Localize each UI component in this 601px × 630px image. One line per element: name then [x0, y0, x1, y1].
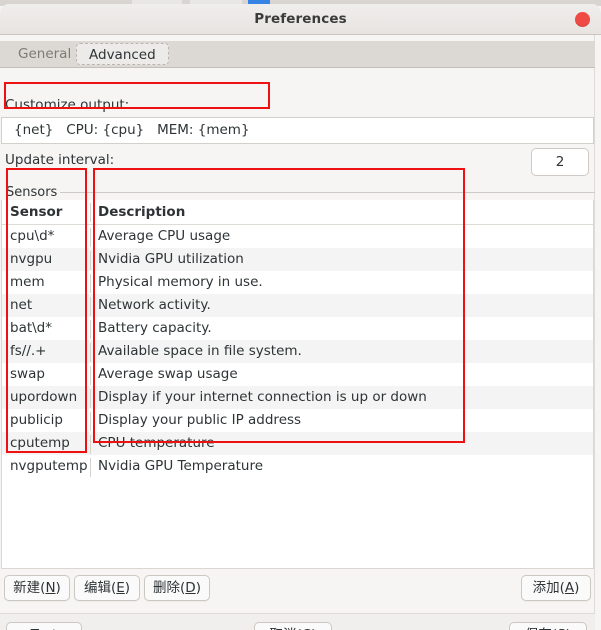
customize-output-value: {net} CPU: {cpu} MEM: {mem}	[14, 122, 250, 138]
table-row[interactable]: cpu\d* Average CPU usage	[2, 225, 593, 248]
cell-sensor: nvgpu	[10, 251, 53, 267]
cell-sensor: swap	[10, 366, 45, 382]
cell-sensor: publicip	[10, 412, 63, 428]
customize-output-input[interactable]: {net} CPU: {cpu} MEM: {mem}	[1, 117, 594, 144]
footer-bar: Test 取消(C) 保存(S)	[0, 614, 595, 630]
cell-description: Display if your internet connection is u…	[98, 389, 427, 405]
test-button[interactable]: Test	[6, 622, 82, 630]
list-action-bar: 新建(N) 编辑(E) 删除(D) 添加(A)	[0, 575, 595, 608]
row-column-separator	[90, 228, 91, 247]
window-right-edge	[594, 35, 601, 630]
cell-description: Physical memory in use.	[98, 274, 263, 290]
update-interval-value: 2	[555, 154, 565, 170]
row-column-separator	[90, 320, 91, 339]
row-column-separator	[90, 412, 91, 431]
cell-sensor: upordown	[10, 389, 78, 405]
cell-sensor: mem	[10, 274, 45, 290]
delete-button-label: 删除(D)	[153, 580, 201, 596]
delete-button[interactable]: 删除(D)	[144, 575, 210, 601]
window-content: General Advanced Customize output: {net}…	[0, 35, 601, 630]
cell-sensor: bat\d*	[10, 320, 53, 336]
row-column-separator	[90, 251, 91, 270]
table-row[interactable]: nvgputemp Nvidia GPU Temperature	[2, 455, 593, 478]
cell-sensor: fs//.+	[10, 343, 47, 359]
sensors-group-label: Sensors	[3, 185, 61, 200]
cell-description: Nvidia GPU utilization	[98, 251, 244, 267]
cell-sensor: nvgputemp	[10, 458, 88, 474]
screenshot-root: Preferences General Advanced Customize o…	[0, 0, 601, 630]
row-column-separator	[90, 435, 91, 454]
cell-description: Battery capacity.	[98, 320, 212, 336]
row-column-separator	[90, 366, 91, 385]
update-interval-label: Update interval:	[5, 152, 115, 168]
table-row[interactable]: publicip Display your public IP address	[2, 409, 593, 432]
row-column-separator	[90, 343, 91, 362]
cell-description: Nvidia GPU Temperature	[98, 458, 264, 474]
column-header-description[interactable]: Description	[98, 200, 587, 225]
window-title: Preferences	[254, 11, 347, 27]
add-button-label: 添加(A)	[532, 580, 580, 596]
cell-description: Average CPU usage	[98, 228, 231, 244]
column-separator[interactable]	[90, 203, 91, 222]
edit-button[interactable]: 编辑(E)	[74, 575, 140, 601]
sensors-list-header: Sensor Description	[2, 200, 593, 225]
tab-bar: General Advanced	[0, 41, 595, 68]
close-icon[interactable]	[575, 12, 590, 27]
cell-sensor: cpu\d*	[10, 228, 55, 244]
table-row[interactable]: cputemp CPU temperature	[2, 432, 593, 455]
tab-advanced[interactable]: Advanced	[76, 43, 169, 65]
row-column-separator	[90, 297, 91, 316]
add-button[interactable]: 添加(A)	[521, 575, 591, 601]
row-column-separator	[90, 458, 91, 477]
table-row[interactable]: fs//.+ Available space in file system.	[2, 340, 593, 363]
save-button[interactable]: 保存(S)	[509, 622, 587, 630]
customize-output-label: Customize output:	[5, 97, 130, 113]
cell-description: Available space in file system.	[98, 343, 302, 359]
table-row[interactable]: swap Average swap usage	[2, 363, 593, 386]
row-column-separator	[90, 274, 91, 293]
cell-description: Average swap usage	[98, 366, 238, 382]
table-row[interactable]: upordown Display if your internet connect…	[2, 386, 593, 409]
cell-description: Display your public IP address	[98, 412, 302, 428]
sensors-list[interactable]: Sensor Description cpu\d* Average CPU usa…	[1, 200, 594, 569]
table-row[interactable]: nvgpu Nvidia GPU utilization	[2, 248, 593, 271]
tab-general[interactable]: General	[6, 43, 83, 65]
new-button-label: 新建(N)	[13, 580, 61, 596]
edit-button-label: 编辑(E)	[83, 580, 131, 596]
table-row[interactable]: net Network activity.	[2, 294, 593, 317]
table-row[interactable]: bat\d* Battery capacity.	[2, 317, 593, 340]
cell-sensor: cputemp	[10, 435, 70, 451]
sensors-group-rule	[58, 192, 595, 193]
row-column-separator	[90, 389, 91, 408]
titlebar[interactable]: Preferences	[0, 4, 601, 35]
update-interval-spinbox[interactable]: 2	[531, 148, 589, 176]
preferences-window: Preferences General Advanced Customize o…	[0, 4, 601, 630]
cell-description: Network activity.	[98, 297, 211, 313]
cancel-button[interactable]: 取消(C)	[254, 622, 332, 630]
column-header-sensor[interactable]: Sensor	[10, 200, 88, 225]
cell-description: CPU temperature	[98, 435, 215, 451]
table-row[interactable]: mem Physical memory in use.	[2, 271, 593, 294]
new-button[interactable]: 新建(N)	[4, 575, 70, 601]
cell-sensor: net	[10, 297, 33, 313]
